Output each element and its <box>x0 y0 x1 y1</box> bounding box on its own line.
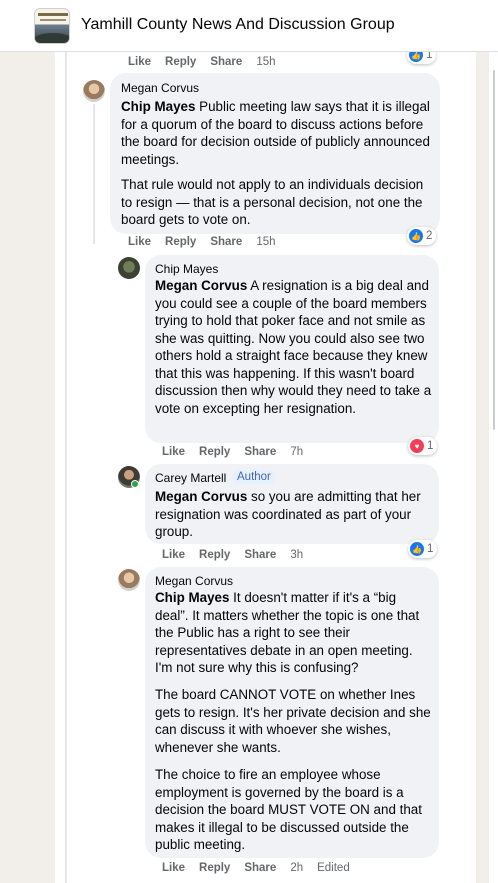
group-cover-thumbnail[interactable] <box>34 8 70 44</box>
heart-icon: ♥ <box>410 439 424 453</box>
avatar[interactable] <box>83 80 105 102</box>
like-button[interactable]: Like <box>128 56 151 68</box>
timestamp[interactable]: 3h <box>290 549 303 561</box>
reply-button[interactable]: Reply <box>199 446 230 458</box>
comment-text: Chip Mayes It doesn't matter if it's a “… <box>155 590 420 675</box>
mention-link[interactable]: Megan Corvus <box>155 489 247 504</box>
like-button[interactable]: Like <box>162 549 185 561</box>
thread-line <box>65 52 67 883</box>
thread-line <box>93 104 95 244</box>
timestamp[interactable]: 15h <box>256 236 275 248</box>
thumbs-up-icon: 👍 <box>410 542 424 556</box>
comment-actions: Like Reply Share 2h Edited <box>162 862 364 874</box>
timestamp[interactable]: 7h <box>290 446 303 458</box>
share-button[interactable]: Share <box>210 56 242 68</box>
comment-author[interactable]: Carey Martell <box>155 471 226 485</box>
author-badge: Author <box>233 470 275 484</box>
group-header: Yamhill County News And Discussion Group <box>0 0 498 52</box>
share-button[interactable]: Share <box>210 236 242 248</box>
like-button[interactable]: Like <box>162 862 185 874</box>
avatar[interactable] <box>118 569 140 591</box>
comment-text: Megan Corvus so you are admitting that h… <box>155 489 421 539</box>
group-title[interactable]: Yamhill County News And Discussion Group <box>81 16 395 34</box>
comment-author[interactable]: Megan Corvus <box>121 81 199 95</box>
reply-button[interactable]: Reply <box>199 862 230 874</box>
comment-text: That rule would not apply to an individu… <box>121 177 424 227</box>
mention-link[interactable]: Chip Mayes <box>121 99 195 114</box>
reply-button[interactable]: Reply <box>165 56 196 68</box>
timestamp[interactable]: 2h <box>290 862 303 874</box>
comment-author[interactable]: Megan Corvus <box>155 574 233 588</box>
share-button[interactable]: Share <box>244 862 276 874</box>
like-button[interactable]: Like <box>162 446 185 458</box>
scrollbar-thumb[interactable] <box>493 70 495 430</box>
avatar[interactable] <box>118 257 140 279</box>
online-status-dot <box>131 480 139 488</box>
timestamp[interactable]: 15h <box>256 56 275 68</box>
reaction-count[interactable]: 👍 2 <box>407 227 437 245</box>
comment-actions: Like Reply Share 15h <box>128 56 290 68</box>
comment-text: Megan Corvus A resignation is a big deal… <box>155 278 432 416</box>
reply-button[interactable]: Reply <box>199 549 230 561</box>
comment-text: The choice to fire an employee whose emp… <box>155 767 422 852</box>
share-button[interactable]: Share <box>244 549 276 561</box>
reaction-count[interactable]: ♥ 1 <box>408 437 438 455</box>
reply-button[interactable]: Reply <box>165 236 196 248</box>
mention-link[interactable]: Megan Corvus <box>155 278 247 293</box>
comment-author[interactable]: Chip Mayes <box>155 262 218 276</box>
share-button[interactable]: Share <box>244 446 276 458</box>
reaction-count[interactable]: 👍 1 <box>408 540 438 558</box>
comment-actions: Like Reply Share 15h <box>128 236 290 248</box>
comment-actions: Like Reply Share 7h <box>162 446 317 458</box>
comment-actions: Like Reply Share 3h <box>162 549 317 561</box>
comment-text: The board CANNOT VOTE on whether Ines ge… <box>155 687 431 755</box>
like-button[interactable]: Like <box>128 236 151 248</box>
edited-label[interactable]: Edited <box>317 862 350 874</box>
comment-text: Chip Mayes Public meeting law says that … <box>121 99 430 167</box>
mention-link[interactable]: Chip Mayes <box>155 590 229 605</box>
thumbs-up-icon: 👍 <box>409 229 423 243</box>
